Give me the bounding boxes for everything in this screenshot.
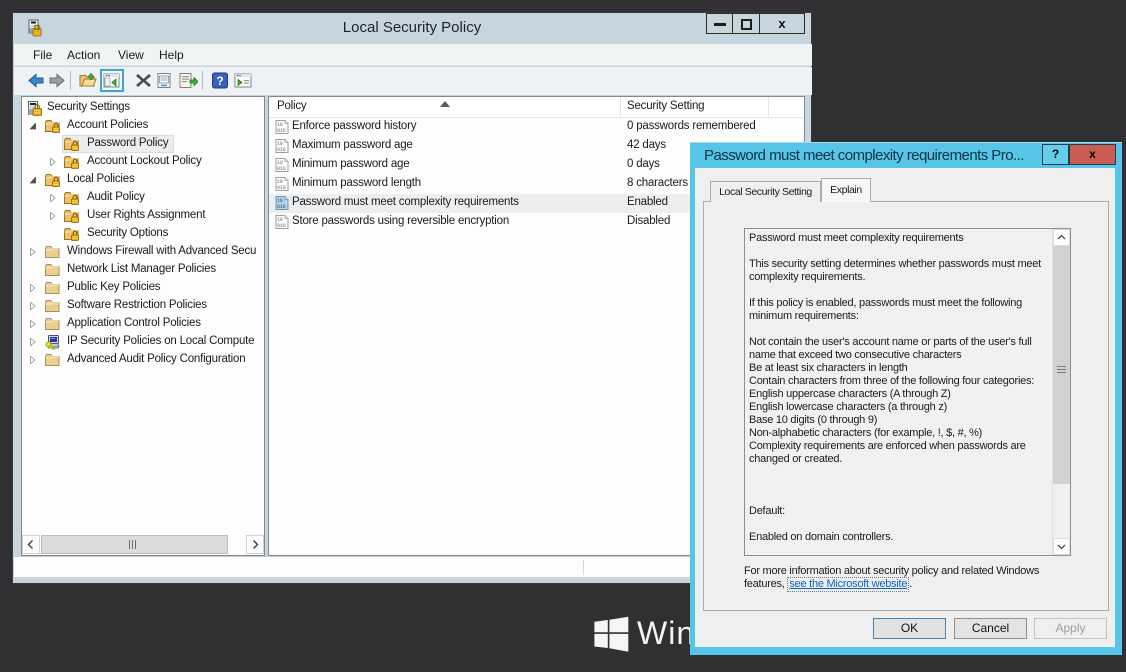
svg-text:?: ?: [216, 74, 223, 88]
